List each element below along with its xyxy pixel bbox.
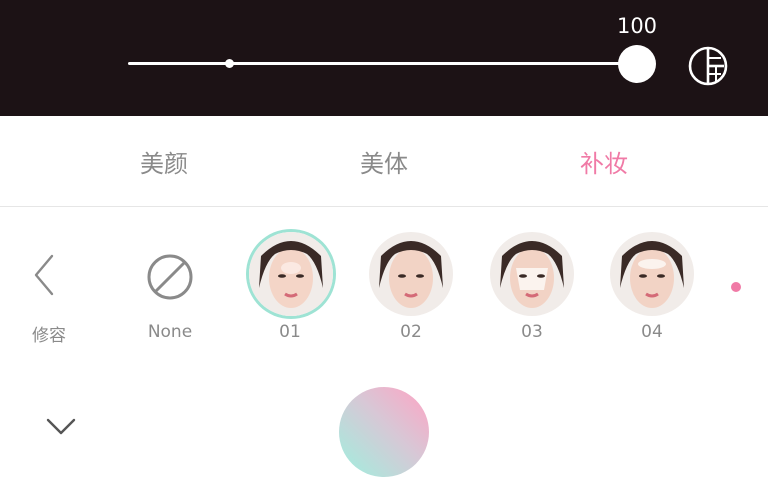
- makeup-option-02[interactable]: [369, 232, 453, 316]
- slider-thumb[interactable]: [618, 45, 656, 83]
- tab-beauty[interactable]: 美颜: [104, 144, 224, 179]
- makeup-option-label: 01: [279, 322, 301, 342]
- intensity-slider-track[interactable]: [128, 62, 636, 65]
- chevron-left-icon[interactable]: [28, 252, 64, 298]
- camera-preview-top: 100: [0, 0, 768, 116]
- more-indicator-dot: [731, 282, 741, 292]
- tab-makeup[interactable]: 补妆: [544, 144, 664, 179]
- makeup-option-03[interactable]: [490, 232, 574, 316]
- contrast-compare-icon[interactable]: [686, 44, 730, 88]
- makeup-option-label: 03: [521, 322, 543, 342]
- category-label: 修容: [32, 326, 66, 346]
- shutter-button[interactable]: [339, 387, 429, 477]
- tab-bar: 美颜 美体 补妆: [0, 116, 768, 207]
- makeup-option-label: 02: [400, 322, 422, 342]
- chevron-down-icon[interactable]: [44, 412, 78, 440]
- makeup-option-01[interactable]: [249, 232, 333, 316]
- slider-default-marker: [225, 59, 234, 68]
- tab-body[interactable]: 美体: [324, 144, 444, 179]
- makeup-option-04[interactable]: [610, 232, 694, 316]
- none-slash-icon[interactable]: [145, 252, 195, 302]
- none-label: None: [147, 322, 193, 342]
- slider-value: 100: [616, 14, 658, 38]
- makeup-option-label: 04: [641, 322, 663, 342]
